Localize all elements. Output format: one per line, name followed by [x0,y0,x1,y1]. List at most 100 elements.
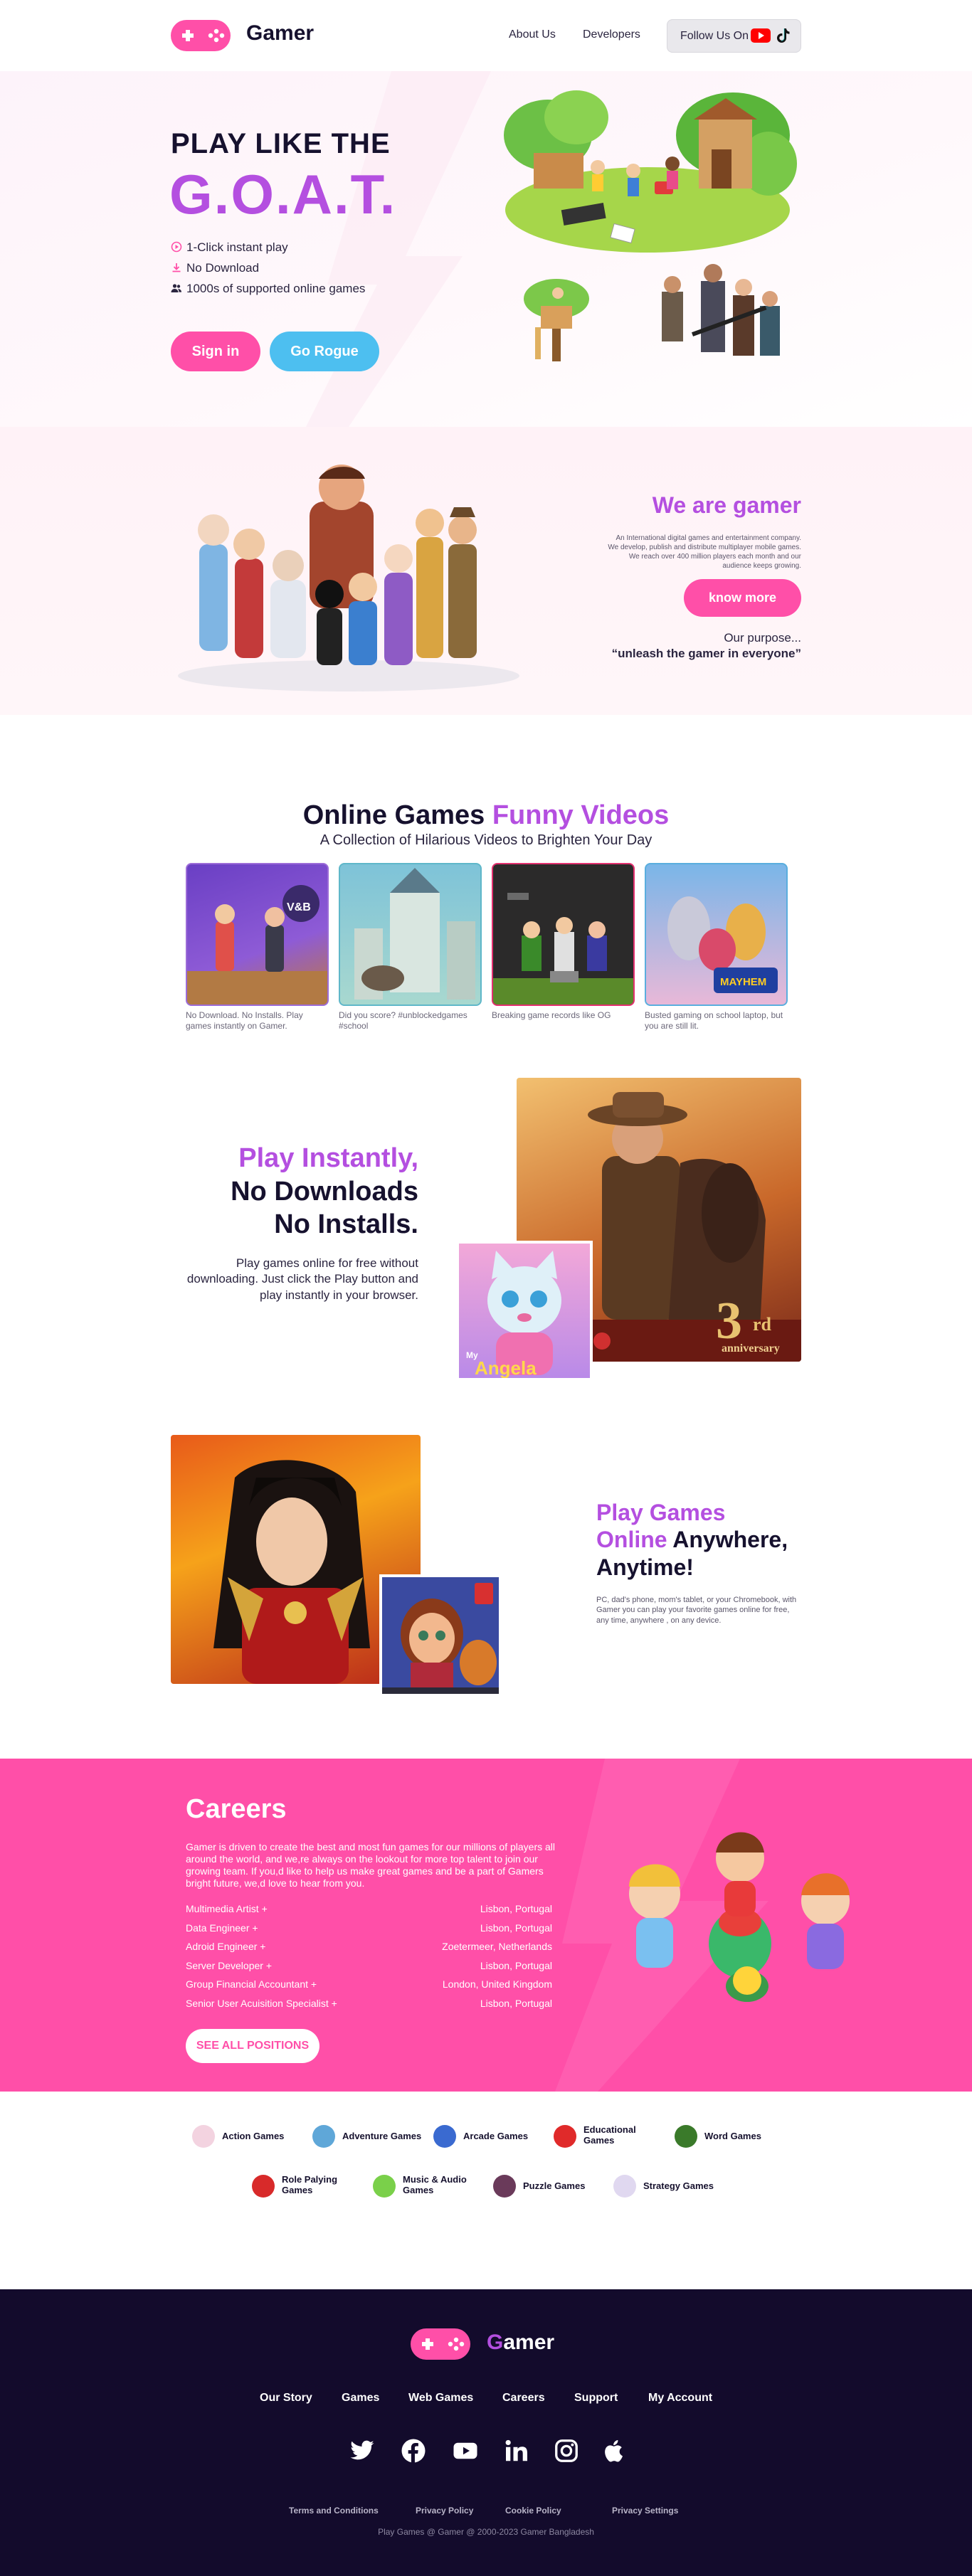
footer-link-my-account[interactable]: My Account [648,2392,712,2405]
linkedin-icon[interactable] [504,2438,529,2464]
puzzle-games-icon [493,2175,516,2198]
battle-royale-characters-illustration [662,264,780,356]
category-label: Action Games [222,2131,285,2141]
category-arcade-games[interactable]: Arcade Games [433,2122,540,2151]
footer-terms-link[interactable]: Terms and Conditions [289,2506,379,2516]
download-icon [172,263,181,272]
job-listing[interactable]: Server Developer + Lisbon, Portugal [186,1960,552,1971]
hero-goat-title: G.O.A.T. [169,163,397,226]
video-card-2[interactable] [339,863,482,1006]
cartoon-girl-illustration [382,1577,499,1694]
anniversary-label: anniversary [722,1342,780,1355]
job-listing[interactable]: Adroid Engineer + Zoetermeer, Netherlands [186,1941,552,1952]
job-listing[interactable]: Senior User Acuisition Specialist + Lisbo… [186,1998,552,2009]
footer-link-games[interactable]: Games [342,2392,379,2405]
feature-supported-games: 1000s of supported online games [171,282,365,296]
footer-brand-rest: amer [503,2331,555,2354]
purpose-statement: “unleash the gamer in everyone” [611,647,801,661]
category-label: Music & Audio Games [403,2174,467,2195]
job-listing[interactable]: Data Engineer + Lisbon, Portugal [186,1922,552,1934]
footer-cookie-policy-link[interactable]: Cookie Policy [505,2506,561,2516]
videos-title-accent: Funny Videos [492,800,670,830]
apple-icon[interactable] [602,2438,628,2464]
category-label: Arcade Games [463,2131,529,2141]
hero-section: PLAY LIKE THE G.O.A.T. 1-Click instant p… [0,71,972,427]
footer-brand-name[interactable]: Gamer [487,2331,554,2355]
facebook-icon[interactable] [401,2438,426,2464]
feature-no-download: No Download [171,261,259,275]
brand-name[interactable]: Gamer [246,21,314,46]
job-location: Lisbon, Portugal [480,1903,552,1914]
users-icon [171,284,181,292]
tiktok-icon[interactable] [776,27,791,44]
arcade-games-icon [433,2125,456,2148]
hero-title: PLAY LIKE THE [171,128,391,159]
see-all-positions-button[interactable]: SEE ALL POSITIONS [186,2029,319,2063]
anniversary-suffix: rd [753,1314,771,1335]
category-educational-games[interactable]: Educational Games [554,2122,660,2151]
job-location: Zoetermeer, Netherlands [442,1941,552,1952]
category-word-games[interactable]: Word Games [675,2122,781,2151]
category-puzzle-games[interactable]: Puzzle Games [493,2172,600,2200]
feature-label: No Download [186,261,260,275]
video-caption-3: Breaking game records like OG [492,1010,611,1020]
play-anywhere-description: PC, dad's phone, mom's tablet, or your C… [596,1596,797,1625]
play-instantly-line1: Play Instantly, [238,1143,418,1173]
small-treehouse-illustration [524,279,589,361]
video-card-3[interactable] [492,863,635,1006]
nav-about-us[interactable]: About Us [509,28,556,41]
know-more-button[interactable]: know more [684,579,801,617]
category-role-playing-games[interactable]: Role Palying Games [252,2172,359,2200]
talking-angela-artwork: My Angela [459,1244,590,1378]
video-card-1[interactable]: V&B [186,863,329,1006]
sign-in-button[interactable]: Sign in [171,332,260,371]
job-location: Lisbon, Portugal [480,1922,552,1934]
video-thumbnail [493,893,633,1005]
category-strategy-games[interactable]: Strategy Games [613,2172,720,2200]
footer-link-our-story[interactable]: Our Story [260,2392,312,2405]
play-anywhere-part2: Online [596,1527,667,1553]
category-music-audio-games[interactable]: Music & Audio Games [373,2172,480,2200]
category-action-games[interactable]: Action Games [192,2122,299,2151]
play-anywhere-part3: Anywhere, [667,1527,788,1553]
treehouse-scene-illustration [504,90,797,253]
nav-developers[interactable]: Developers [583,28,640,41]
go-rogue-button[interactable]: Go Rogue [270,332,379,371]
thumbnail-title-text: MAYHEM [720,976,766,988]
footer-privacy-settings-link[interactable]: Privacy Settings [612,2506,678,2516]
job-location: Lisbon, Portugal [480,1998,552,2009]
category-label: Educational Games [583,2124,636,2146]
twitter-icon[interactable] [349,2438,375,2464]
play-instantly-line2: No Downloads [231,1176,418,1207]
category-adventure-games[interactable]: Adventure Games [312,2122,426,2151]
footer-link-careers[interactable]: Careers [502,2392,545,2405]
footer-privacy-policy-link[interactable]: Privacy Policy [416,2506,473,2516]
cartoon-characters-illustration [178,465,519,691]
job-listing[interactable]: Group Financial Accountant + London, Unit… [186,1978,552,1990]
instagram-icon[interactable] [554,2438,579,2464]
video-caption-4: Busted gaming on school laptop, but you … [645,1010,783,1031]
footer-gamepad-logo-icon[interactable] [411,2328,470,2360]
about-section: We are gamer An International digital ga… [0,427,972,715]
follow-us-button[interactable]: Follow Us On [667,19,801,53]
play-circle-icon [171,241,182,253]
site-footer: Gamer Our Story Games Web Games Careers … [0,2289,972,2576]
play-instantly-title: Play Instantly, No Downloads No Installs… [231,1142,418,1241]
youtube-icon[interactable] [453,2438,478,2464]
category-label: Word Games [704,2131,761,2141]
careers-title: Careers [186,1794,287,1824]
footer-link-support[interactable]: Support [574,2392,618,2405]
purpose-block: Our purpose... “unleash the gamer in eve… [612,630,801,662]
footer-brand-initial: G [487,2331,504,2354]
play-anywhere-title: Play Games Online Anywhere, Anytime! [596,1499,788,1581]
video-thumbnail: MAYHEM [667,896,778,993]
video-card-4[interactable]: MAYHEM [645,863,788,1006]
job-listing[interactable]: Multimedia Artist + Lisbon, Portugal [186,1903,552,1914]
adventure-games-icon [312,2125,335,2148]
videos-title: Online Games Funny Videos [0,800,972,831]
footer-link-web-games[interactable]: Web Games [408,2392,473,2405]
follow-us-label: Follow Us On [680,30,749,42]
category-label: Strategy Games [643,2180,714,2191]
gamepad-logo-icon[interactable] [171,20,231,51]
youtube-icon[interactable] [751,28,771,43]
